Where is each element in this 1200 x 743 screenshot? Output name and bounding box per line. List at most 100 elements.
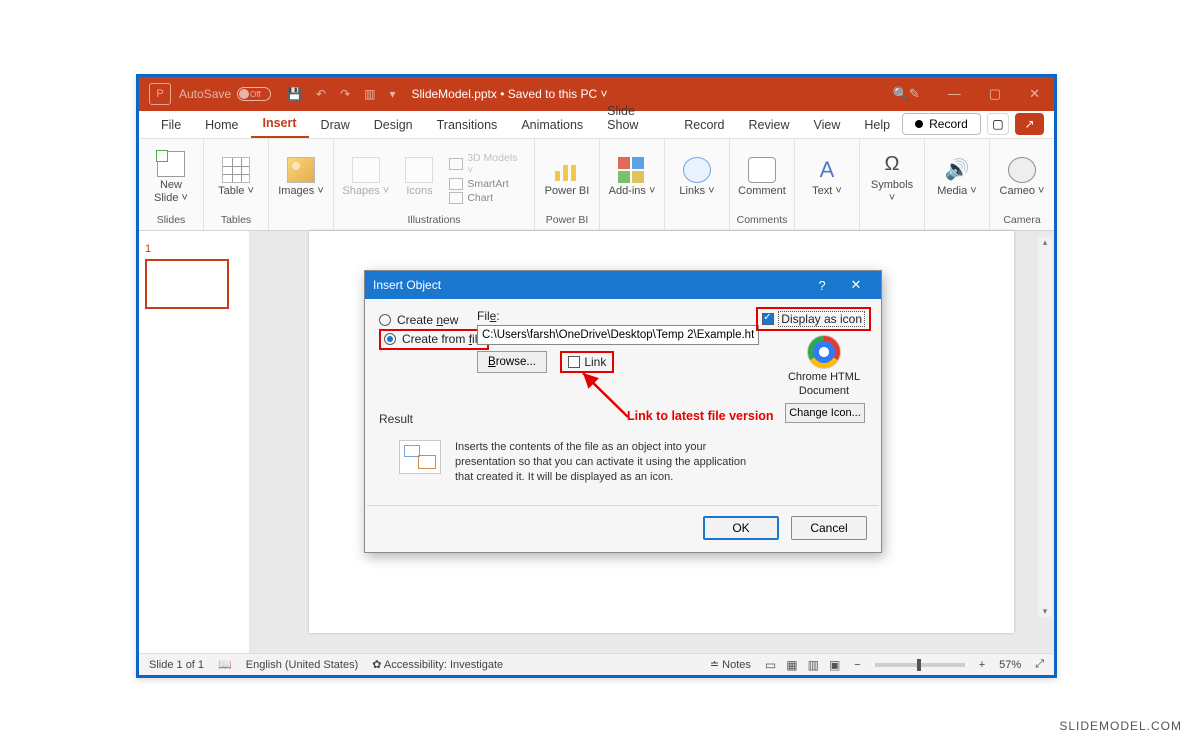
spellcheck-icon[interactable]: 📖 <box>218 658 232 671</box>
chart-button[interactable]: Chart <box>449 192 526 204</box>
search-icon[interactable]: 🔍 <box>893 86 909 102</box>
view-buttons: ▭ ▦ ▥ ▣ <box>765 658 840 672</box>
table-icon <box>222 157 250 183</box>
watermark: SLIDEMODEL.COM <box>1059 719 1182 733</box>
record-button[interactable]: Record <box>902 113 981 135</box>
notes-button[interactable]: ≐ Notes <box>710 658 751 671</box>
tab-animations[interactable]: Animations <box>509 114 595 138</box>
zoom-in-button[interactable]: + <box>979 659 985 671</box>
group-images: Images ˅ <box>269 139 334 230</box>
file-label: File: <box>477 309 759 323</box>
tab-design[interactable]: Design <box>362 114 425 138</box>
tab-file[interactable]: File <box>149 114 193 138</box>
links-button[interactable]: Links ˅ <box>673 157 721 197</box>
cameo-icon <box>1008 157 1036 183</box>
ok-button[interactable]: OK <box>703 516 779 540</box>
tab-draw[interactable]: Draw <box>309 114 362 138</box>
share-button[interactable]: ↗ <box>1015 113 1044 135</box>
icons-button[interactable]: Icons <box>396 157 444 197</box>
group-text: AText ˅ <box>795 139 860 230</box>
dialog-title: Insert Object <box>373 278 441 292</box>
minimize-icon[interactable]: — <box>948 86 961 102</box>
addins-button[interactable]: Add-ins ˅ <box>608 157 656 197</box>
icon-caption: Chrome HTML Document <box>785 371 863 399</box>
pen-icon[interactable]: ✎ <box>909 86 920 102</box>
tab-transitions[interactable]: Transitions <box>425 114 510 138</box>
qat-more-icon[interactable]: ▾ <box>389 87 395 101</box>
media-button[interactable]: 🔊Media ˅ <box>933 157 981 197</box>
display-as-icon-highlight: Display as icon <box>756 307 871 331</box>
redo-icon[interactable]: ↷ <box>340 87 350 101</box>
link-checkbox[interactable] <box>568 356 580 368</box>
autosave-toggle[interactable]: AutoSave Off <box>179 87 271 101</box>
comment-button[interactable]: Comment <box>738 157 786 197</box>
3d-models-button[interactable]: 3D Models ˅ <box>449 152 526 176</box>
change-icon-button[interactable]: Change Icon... <box>785 403 865 423</box>
from-beginning-icon[interactable]: ▥ <box>364 87 375 101</box>
result-description: Inserts the contents of the file as an o… <box>455 440 755 485</box>
tab-review[interactable]: Review <box>737 114 802 138</box>
cameo-button[interactable]: Cameo ˅ <box>998 157 1046 197</box>
links-icon <box>683 157 711 183</box>
radio-checked-icon[interactable] <box>384 333 396 345</box>
create-from-file-highlight: Create from file <box>379 329 489 350</box>
powerpoint-window: P AutoSave Off 💾 ↶ ↷ ▥ ▾ SlideModel.pptx… <box>136 74 1057 678</box>
undo-icon[interactable]: ↶ <box>316 87 326 101</box>
browse-button[interactable]: Browse... <box>477 351 547 373</box>
present-button[interactable]: ▢ <box>987 113 1009 135</box>
smartart-icon <box>449 178 463 190</box>
table-button[interactable]: Table ˅ <box>212 157 260 197</box>
dialog-titlebar[interactable]: Insert Object ? ✕ <box>365 271 881 299</box>
tab-help[interactable]: Help <box>852 114 902 138</box>
close-icon[interactable]: ✕ <box>1029 86 1040 102</box>
symbols-button[interactable]: ΩSymbols ˅ <box>868 151 916 203</box>
tab-slideshow[interactable]: Slide Show <box>595 100 672 138</box>
accessibility-status[interactable]: ✿ Accessibility: Investigate <box>372 658 503 671</box>
toggle-off-icon[interactable]: Off <box>237 87 271 101</box>
display-as-icon-checkbox[interactable] <box>762 313 774 325</box>
new-slide-icon <box>157 151 185 177</box>
text-icon: A <box>813 157 841 183</box>
save-icon[interactable]: 💾 <box>287 87 302 101</box>
thumbnail-pane[interactable]: 1 <box>139 231 249 653</box>
language-status[interactable]: English (United States) <box>246 659 359 671</box>
new-slide-button[interactable]: New Slide ˅ <box>147 151 195 203</box>
text-button[interactable]: AText ˅ <box>803 157 851 197</box>
shapes-button[interactable]: Shapes ˅ <box>342 157 390 197</box>
insert-object-dialog: Insert Object ? ✕ Create new Create from… <box>364 270 882 553</box>
tab-record[interactable]: Record <box>672 114 736 138</box>
sorter-view-icon[interactable]: ▦ <box>786 658 797 672</box>
slide-thumbnail[interactable] <box>145 259 229 309</box>
media-icon: 🔊 <box>943 157 971 183</box>
cancel-button[interactable]: Cancel <box>791 516 867 540</box>
images-button[interactable]: Images ˅ <box>277 157 325 197</box>
dialog-help-button[interactable]: ? <box>805 278 839 293</box>
dialog-close-button[interactable]: ✕ <box>839 277 873 293</box>
vertical-scrollbar[interactable]: ▴▾ <box>1038 237 1052 617</box>
slideshow-view-icon[interactable]: ▣ <box>829 658 840 672</box>
tab-view[interactable]: View <box>802 114 853 138</box>
link-label: Link <box>584 355 606 369</box>
document-title[interactable]: SlideModel.pptx • Saved to this PC ˅ <box>412 87 608 101</box>
powerbi-button[interactable]: Power BI <box>543 157 591 197</box>
shapes-icon <box>352 157 380 183</box>
create-from-file-radio[interactable]: Create from file <box>402 332 484 346</box>
zoom-out-button[interactable]: − <box>854 659 860 671</box>
maximize-icon[interactable]: ▢ <box>989 86 1001 102</box>
group-illustrations: Shapes ˅ Icons 3D Models ˅ SmartArt Char… <box>334 139 535 230</box>
reading-view-icon[interactable]: ▥ <box>808 658 819 672</box>
group-camera: Cameo ˅ Camera <box>990 139 1054 230</box>
normal-view-icon[interactable]: ▭ <box>765 658 776 672</box>
powerbi-icon <box>553 157 581 183</box>
file-path-input[interactable] <box>477 325 759 345</box>
slide-counter: Slide 1 of 1 <box>149 659 204 671</box>
fit-to-window-icon[interactable]: ⤢ <box>1035 658 1044 671</box>
smartart-button[interactable]: SmartArt <box>449 178 526 190</box>
zoom-slider[interactable] <box>875 663 965 667</box>
zoom-value[interactable]: 57% <box>999 659 1021 671</box>
tab-home[interactable]: Home <box>193 114 250 138</box>
group-media: 🔊Media ˅ <box>925 139 990 230</box>
group-comments: Comment Comments <box>730 139 795 230</box>
result-preview-icon <box>399 440 441 474</box>
tab-insert[interactable]: Insert <box>251 112 309 138</box>
